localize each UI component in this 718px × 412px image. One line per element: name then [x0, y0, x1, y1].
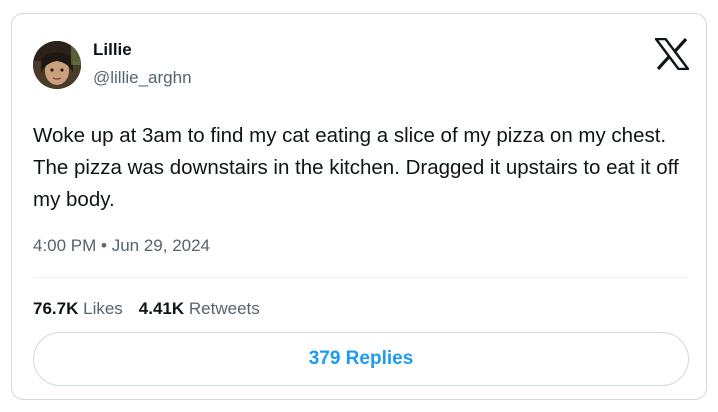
retweets-count: 4.41K [138, 299, 185, 318]
author-handle[interactable]: @lillie_arghn [93, 68, 192, 88]
likes-label: Likes [83, 299, 123, 318]
replies-button[interactable]: 379 Replies [33, 332, 689, 386]
tweet-card: Lillie @lillie_arghn Woke up at 3am to f… [11, 13, 707, 400]
retweets-label: Retweets [188, 299, 260, 318]
engagement-stats: 76.7K Likes 4.41K Retweets [33, 299, 260, 319]
tweet-timestamp[interactable]: 4:00 PM • Jun 29, 2024 [33, 236, 210, 256]
avatar-image [33, 41, 81, 89]
likes-stat[interactable]: 76.7K Likes [33, 299, 123, 318]
author-display-name[interactable]: Lillie [93, 40, 132, 60]
replies-button-label: 379 Replies [308, 348, 414, 369]
likes-count: 76.7K [33, 299, 79, 318]
divider [33, 277, 689, 278]
x-logo-icon[interactable] [654, 37, 690, 71]
tweet-text: Woke up at 3am to find my cat eating a s… [33, 124, 679, 211]
retweets-stat[interactable]: 4.41K Retweets [139, 299, 260, 318]
avatar[interactable] [33, 41, 81, 89]
